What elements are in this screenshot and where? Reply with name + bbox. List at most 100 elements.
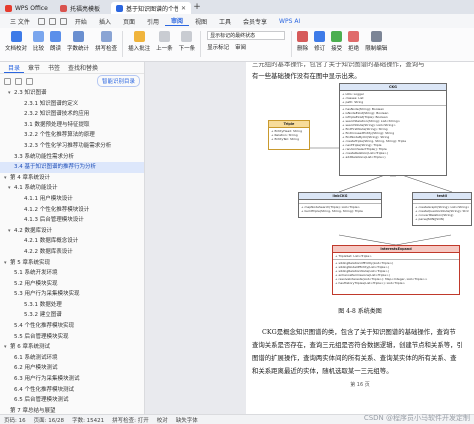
delete-comment-button[interactable]: 删除	[297, 31, 308, 52]
toc-item[interactable]: 4.2.2 数据库表设计	[0, 247, 144, 258]
proofread-icon	[10, 31, 22, 42]
accept-button[interactable]: 接受	[331, 31, 342, 52]
compare-button[interactable]: 比较	[33, 31, 44, 52]
tab-document[interactable]: 基于知识图谱的个性化学习推荐 ✕	[111, 2, 191, 14]
toc-item[interactable]: 5.5 后台管理模块实现	[0, 332, 144, 343]
toc-item-label: 5.3.1 数据处理	[24, 301, 62, 308]
toc-toolbar: 智能识别目录	[0, 74, 144, 88]
toc-item[interactable]: 4.1.3 后台管理模块设计	[0, 215, 144, 226]
review-pane-button[interactable]: 审阅	[235, 43, 246, 51]
toc-item[interactable]: 6.3 用户行为采集模块测试	[0, 374, 144, 385]
tab-find-replace[interactable]: 查找和替换	[64, 63, 102, 72]
status-page[interactable]: 页码: 16	[4, 416, 26, 424]
tab-toc[interactable]: 目录	[4, 63, 25, 73]
toc-item[interactable]: 2.3.1 知识图谱的定义	[0, 99, 144, 110]
toc-item[interactable]: 4.1.1 用户模块设计	[0, 194, 144, 205]
class-interests-expand[interactable]: InterestsExpand + TripleSet: List<Triple…	[332, 245, 460, 295]
toc-item[interactable]: 4.2.1 数据库概念设计	[0, 236, 144, 247]
toc-item[interactable]: ▾ 4.2 数据库设计	[0, 226, 144, 237]
expand-attributes: + TripleSet: List<Triple>	[333, 253, 459, 260]
menu-wps-ai[interactable]: WPS AI	[273, 18, 306, 25]
status-word-count[interactable]: 字数: 15421	[72, 416, 104, 424]
toc-item[interactable]: 3.3 系统功能性需求分析	[0, 152, 144, 163]
document-area[interactable]: 三元组的基本操作，包含了关于知识图谱的基础操作，查询与 有一些基础操作没有在图中…	[146, 62, 474, 414]
toc-item[interactable]: 5.3.2 建立图谱	[0, 310, 144, 321]
menu-member[interactable]: 会员专享	[237, 17, 273, 26]
ribbon-divider	[200, 31, 202, 57]
toc-item[interactable]: 6.1 系统测试环境	[0, 353, 144, 364]
menu-page[interactable]: 页面	[117, 17, 141, 26]
tab-wps-office[interactable]: WPS Office	[0, 2, 55, 14]
expand-all-icon[interactable]	[4, 77, 11, 85]
toc-item-label: 6.4 个性化推荐模块测试	[14, 386, 74, 393]
toc-item[interactable]: 5.1 系统开发环境	[0, 268, 144, 279]
toc-item[interactable]: 3.1 数据预处理与特征提取	[0, 120, 144, 131]
file-menu[interactable]: 三 文件	[4, 17, 36, 26]
previous-comment-button[interactable]: 上一条	[156, 31, 173, 52]
menu-view[interactable]: 视图	[189, 17, 213, 26]
toc-item[interactable]: 6.2 用户模块测试	[0, 363, 144, 374]
tab-bookmarks[interactable]: 书签	[44, 63, 64, 72]
class-ckg[interactable]: CKG + LOG: Logger + classes: List + path…	[339, 83, 447, 176]
tab-chapters[interactable]: 章节	[24, 63, 44, 72]
previous-icon	[158, 31, 170, 42]
class-linkckg[interactable]: linkCKG + mapNodeSearch(Triple): List<Tr…	[298, 192, 382, 218]
menu-reference[interactable]: 引用	[141, 17, 165, 26]
close-tab-icon[interactable]: ✕	[181, 5, 186, 12]
markup-state-select[interactable]: 显示标记的最终状态	[207, 31, 286, 40]
menu-tools[interactable]: 工具	[213, 17, 237, 26]
tab-label: WPS Office	[15, 4, 48, 12]
status-pages[interactable]: 页面: 16/28	[34, 416, 64, 424]
new-tab-button[interactable]: +	[191, 2, 203, 12]
save-icon[interactable]	[37, 17, 45, 25]
insert-comment-button[interactable]: 插入批注	[128, 31, 150, 52]
status-missing-fonts[interactable]: 缺失字体	[176, 416, 198, 424]
toc-item[interactable]: 5.2 用户模块实现	[0, 279, 144, 290]
toc-item[interactable]: ▾ 第 5 章系统实现	[0, 258, 144, 269]
toc-item[interactable]: 3.2.2 个性化推荐算法的原理	[0, 130, 144, 141]
toc-item-label: 4.2.2 数据库表设计	[24, 248, 73, 255]
toc-item[interactable]: ▾ 4.1 系统功能设计	[0, 183, 144, 194]
toc-item[interactable]: 5.3 用户行为采集模块实现	[0, 289, 144, 300]
track-changes-button[interactable]: 修订	[314, 31, 325, 52]
restrict-editing-button[interactable]: 限制编辑	[365, 31, 387, 52]
proofread-button[interactable]: 文档校对	[5, 31, 27, 52]
tab-label: 托福亮模板	[70, 5, 101, 13]
toc-item[interactable]: 4.1.2 个性化推荐模块设计	[0, 205, 144, 216]
toc-item[interactable]: ▾ 第 6 章系统测试	[0, 342, 144, 353]
toc-settings-icon[interactable]	[26, 77, 33, 85]
menu-start[interactable]: 开始	[69, 17, 93, 26]
toc-item[interactable]: 5.3.1 数据处理	[0, 300, 144, 311]
toc-item[interactable]: 6.5 后台管理模块测试	[0, 395, 144, 406]
collapse-all-icon[interactable]	[15, 77, 22, 85]
menu-insert[interactable]: 插入	[93, 17, 117, 26]
next-icon	[181, 31, 193, 42]
status-spell-check[interactable]: 拼写检查: 打开	[112, 416, 149, 424]
template-file-icon	[60, 4, 67, 12]
status-proofread[interactable]: 校对	[157, 416, 168, 424]
toc-item-label: 第 5 章系统实现	[10, 259, 50, 266]
toc-item[interactable]: ▾ 2.3 知识图谱	[0, 88, 144, 99]
toc-item[interactable]: 6.4 个性化推荐模块测试	[0, 385, 144, 396]
document-page[interactable]: 三元组的基本操作，包含了关于知识图谱的基础操作，查询与 有一些基础操作没有在图中…	[246, 62, 474, 414]
toc-item[interactable]: ▾ 第 4 章系统设计	[0, 173, 144, 184]
menu-review[interactable]: 审阅	[164, 16, 189, 26]
tab-template[interactable]: 托福亮模板	[55, 2, 111, 14]
toc-item[interactable]: 3.2.3 个性化学习推荐功能需求分析	[0, 141, 144, 152]
reject-button[interactable]: 拒绝	[348, 31, 359, 52]
class-testll[interactable]: testll + createGraph(String): List<Strin…	[412, 192, 472, 226]
read-aloud-button[interactable]: 朗读	[50, 31, 61, 52]
toc-item[interactable]: 2.3.2 知识图谱技术的应用	[0, 109, 144, 120]
print-icon[interactable]	[48, 17, 56, 25]
undo-icon[interactable]	[59, 17, 67, 25]
word-count-button[interactable]: 字数统计	[67, 31, 89, 52]
figure-caption: 图 4-8 系统类图	[338, 308, 382, 315]
toc-item[interactable]: 5.4 个性化推荐模块实现	[0, 321, 144, 332]
next-comment-button[interactable]: 下一条	[179, 31, 195, 52]
lock-icon	[370, 31, 382, 42]
class-triple[interactable]: Triple + EntityHead: String + Relation: …	[268, 120, 310, 150]
smart-toc-button[interactable]: 智能识别目录	[96, 75, 140, 87]
show-markup-button[interactable]: 显示标记	[207, 43, 229, 51]
spell-check-button[interactable]: 拼写检查	[95, 31, 117, 52]
toc-item[interactable]: 3.4 基于知识图谱的推荐行为分析	[0, 162, 144, 173]
